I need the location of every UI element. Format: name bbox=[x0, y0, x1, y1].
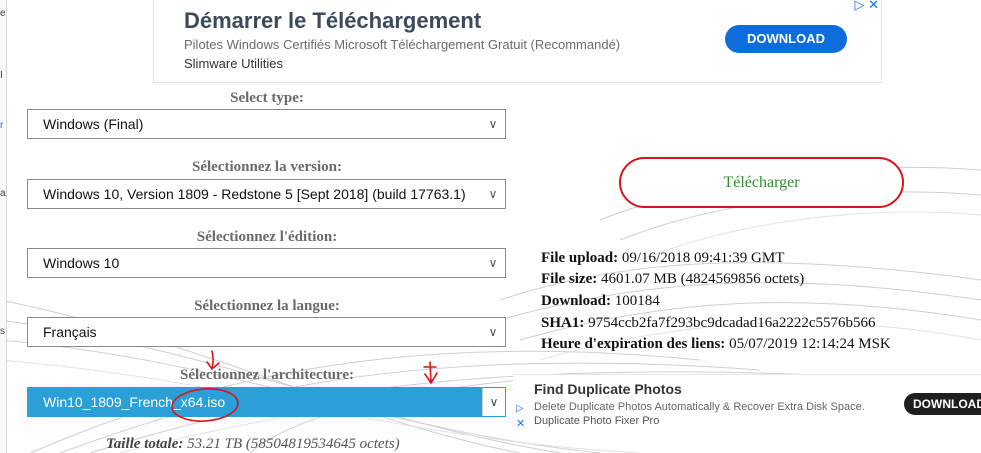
edition-select-value: Windows 10 bbox=[43, 255, 120, 271]
edge-glyph: e bbox=[0, 8, 6, 19]
adchoices-icon[interactable]: ▷ ✕ bbox=[854, 0, 879, 13]
close-icon[interactable]: ✕ bbox=[516, 417, 525, 430]
chevron-down-icon: ∨ bbox=[488, 256, 498, 270]
total-size: Taille totale: 53.21 TB (58504819534645 … bbox=[106, 436, 400, 453]
ad-brand: Duplicate Photo Fixer Pro bbox=[534, 415, 660, 427]
file-upload-value: 09/16/2018 09:41:39 GMT bbox=[621, 250, 785, 266]
sha1-value: 9754ccb2fa7f293bc9dcadad16a2222c5576b566 bbox=[588, 315, 876, 331]
link-expiry-label: Heure d'expiration des liens: bbox=[541, 336, 726, 352]
sha1-row: SHA1: 9754ccb2fa7f293bc9dcadad16a2222c55… bbox=[541, 315, 876, 332]
ad-brand: Slimware Utilities bbox=[184, 56, 283, 71]
file-upload-row: File upload: 09/16/2018 09:41:39 GMT bbox=[541, 250, 784, 267]
architecture-select-value: Win10_1809_French_x64.iso bbox=[43, 394, 226, 410]
adchoices-icon[interactable]: ▷ bbox=[516, 403, 524, 414]
architecture-select[interactable]: Win10_1809_French_x64.iso ∨ bbox=[27, 387, 506, 417]
version-select-value: Windows 10, Version 1809 - Redstone 5 [S… bbox=[43, 186, 466, 202]
type-label: Select type: bbox=[230, 90, 304, 106]
ad-download-button[interactable]: DOWNLOAD bbox=[904, 393, 981, 415]
left-window-edge bbox=[0, 0, 7, 453]
chevron-down-icon: ∨ bbox=[488, 187, 498, 201]
ad-title[interactable]: Find Duplicate Photos bbox=[534, 381, 682, 397]
language-select-value: Français bbox=[43, 324, 97, 340]
edge-glyph: r bbox=[0, 120, 4, 131]
edge-glyph: a bbox=[0, 188, 6, 199]
edition-select[interactable]: Windows 10 ∨ bbox=[27, 248, 506, 278]
ad-download-button[interactable]: DOWNLOAD bbox=[725, 25, 847, 53]
top-advertisement[interactable]: Démarrer le Téléchargement Pilotes Windo… bbox=[153, 0, 882, 83]
language-label: Sélectionnez la langue: bbox=[194, 298, 340, 314]
link-expiry-value: 05/07/2019 12:14:24 MSK bbox=[729, 336, 891, 352]
ad-title[interactable]: Démarrer le Téléchargement bbox=[184, 8, 481, 34]
total-size-value: 53.21 TB (58504819534645 octets) bbox=[187, 436, 400, 452]
version-label: Sélectionnez la version: bbox=[192, 159, 342, 175]
version-select[interactable]: Windows 10, Version 1809 - Redstone 5 [S… bbox=[27, 179, 506, 209]
edition-label: Sélectionnez l'édition: bbox=[196, 229, 338, 245]
file-upload-label: File upload: bbox=[541, 250, 619, 266]
download-count-row: Download: 100184 bbox=[541, 293, 660, 310]
ad-subtitle: Delete Duplicate Photos Automatically & … bbox=[534, 401, 865, 413]
download-count-label: Download: bbox=[541, 293, 612, 309]
ad-subtitle: Pilotes Windows Certifiés Microsoft Télé… bbox=[184, 37, 621, 52]
type-select[interactable]: Windows (Final) ∨ bbox=[27, 109, 506, 139]
architecture-label: Sélectionnez l'architecture: bbox=[180, 367, 354, 383]
chevron-down-icon: ∨ bbox=[482, 388, 505, 416]
edge-glyph: I bbox=[0, 70, 3, 81]
chevron-down-icon: ∨ bbox=[488, 117, 498, 131]
chevron-down-icon: ∨ bbox=[488, 325, 498, 339]
total-size-label: Taille totale: bbox=[106, 436, 184, 452]
download-count-value: 100184 bbox=[614, 293, 660, 309]
file-size-value: 4601.07 MB (4824569856 octets) bbox=[600, 271, 805, 287]
type-select-value: Windows (Final) bbox=[43, 116, 144, 132]
bottom-advertisement[interactable]: Find Duplicate Photos Delete Duplicate P… bbox=[513, 374, 981, 433]
file-size-label: File size: bbox=[541, 271, 598, 287]
file-size-row: File size: 4601.07 MB (4824569856 octets… bbox=[541, 271, 804, 288]
link-expiry-row: Heure d'expiration des liens: 05/07/2019… bbox=[541, 336, 891, 353]
telecharger-button[interactable]: Télécharger bbox=[619, 157, 904, 208]
sha1-label: SHA1: bbox=[541, 315, 585, 331]
language-select[interactable]: Français ∨ bbox=[27, 317, 506, 347]
edge-glyph: s bbox=[0, 326, 5, 337]
